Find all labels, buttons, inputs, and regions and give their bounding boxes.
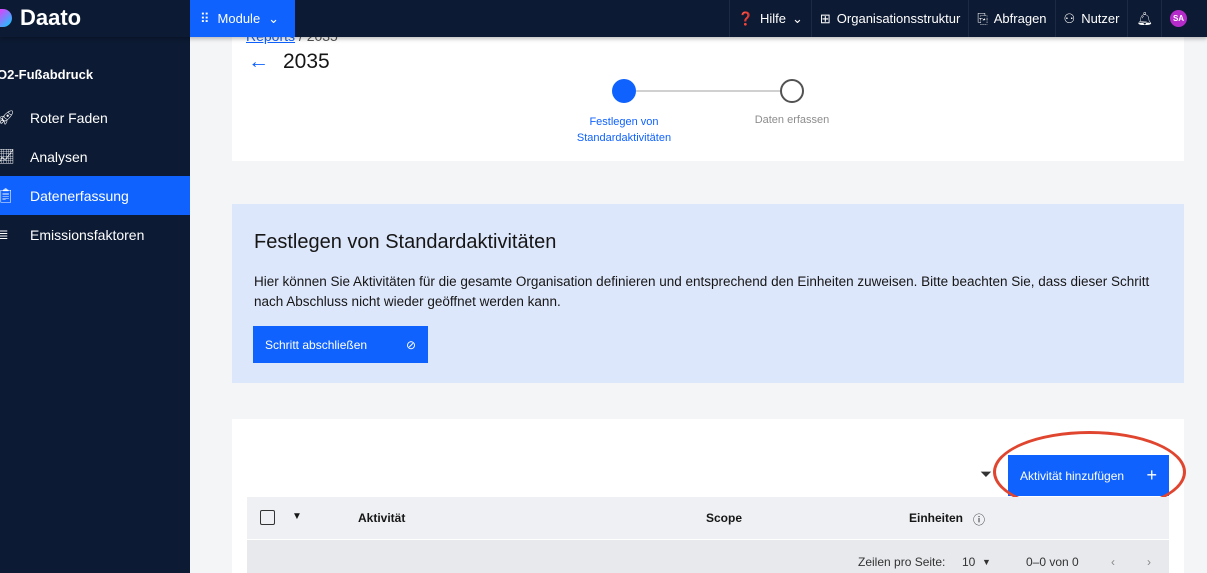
chevron-down-icon: ⌄ xyxy=(268,10,280,26)
pagination-range: 0–0 von 0 xyxy=(1026,555,1079,569)
pagination: Zeilen pro Seite: 10 ▼ 0–0 von 0 ‹ › xyxy=(247,540,1169,573)
chart-line-icon: 📈︎ xyxy=(0,148,15,164)
rows-per-page-label: Zeilen pro Seite: xyxy=(858,555,946,569)
bell-icon: 🔔︎ xyxy=(1136,10,1153,26)
next-page-icon[interactable]: › xyxy=(1147,555,1151,569)
step-active-icon xyxy=(612,79,636,103)
sidebar-item-label: Analysen xyxy=(30,148,88,165)
step-label-1[interactable]: Festlegen von Standardaktivitäten xyxy=(554,114,694,146)
step-inactive-icon xyxy=(780,79,804,103)
filter-icon[interactable]: ⏷ xyxy=(980,466,992,483)
info-icon[interactable]: ⓘ xyxy=(973,511,985,528)
help-icon: ❓ xyxy=(737,10,754,26)
banner-title: Festlegen von Standardaktivitäten xyxy=(254,231,557,253)
sidebar: O2-Fußabdruck 🚀︎ Roter Faden 📈︎ Analysen 📋… xyxy=(0,37,190,573)
sidebar-item-label: Emissionsfaktoren xyxy=(30,226,145,243)
check-circle-icon: ⊘ xyxy=(405,337,416,352)
table-header: ▼ Aktivität Scope Einheiten ⓘ xyxy=(247,497,1169,539)
complete-step-button[interactable]: Schritt abschließen ⊘ xyxy=(253,326,428,363)
help-menu[interactable]: ❓ Hilfe ⌄ xyxy=(728,0,811,37)
header-card xyxy=(232,37,1184,161)
notifications-button[interactable]: 🔔︎ xyxy=(1127,0,1161,37)
page-header: ← 2035 xyxy=(248,50,330,74)
module-menu-button[interactable]: ⠿ Module ⌄ xyxy=(190,0,295,37)
chevron-down-icon: ⌄ xyxy=(791,10,803,26)
step-label-2[interactable]: Daten erfassen xyxy=(722,114,862,126)
users-icon: ⚇ xyxy=(1063,10,1076,26)
sidebar-item-datenerfassung[interactable]: 📋︎ Datenerfassung xyxy=(0,176,190,215)
org-structure-icon: ⊞ xyxy=(819,10,831,26)
queries-icon: ⎘ xyxy=(977,10,988,26)
rocket-icon: 🚀︎ xyxy=(0,109,15,125)
sidebar-item-emissionsfaktoren[interactable]: ≣ Emissionsfaktoren xyxy=(0,215,190,254)
users-link[interactable]: ⚇ Nutzer xyxy=(1054,0,1128,37)
caret-down-icon[interactable]: ▼ xyxy=(292,511,302,522)
select-all-checkbox[interactable] xyxy=(260,510,275,525)
clipboard-icon: 📋︎ xyxy=(0,187,15,203)
grid-icon: ⠿ xyxy=(200,10,210,26)
org-label: Organisationsstruktur xyxy=(836,11,961,26)
rows-per-page-select[interactable]: 10 xyxy=(962,555,975,569)
page-title: 2035 xyxy=(283,50,330,73)
banner-text: Hier können Sie Aktivitäten für die gesa… xyxy=(254,274,1150,309)
top-nav: ❓ Hilfe ⌄ ⊞ Organisationsstruktur ⎘ Abfragen… xyxy=(728,0,1207,37)
sidebar-item-label: Roter Faden xyxy=(30,109,108,126)
users-label: Nutzer xyxy=(1081,11,1120,26)
step-connector xyxy=(636,90,780,92)
info-banner: Festlegen von Standardaktivitäten Hier k… xyxy=(232,204,1184,383)
avatar: SA xyxy=(1170,10,1187,27)
user-menu[interactable]: SA xyxy=(1161,0,1207,37)
complete-step-label: Schritt abschließen xyxy=(265,337,368,352)
sidebar-title: O2-Fußabdruck xyxy=(0,67,94,82)
column-header-scope[interactable]: Scope xyxy=(706,511,742,525)
help-label: Hilfe xyxy=(759,11,786,26)
queries-label: Abfragen xyxy=(993,11,1047,26)
prev-page-icon[interactable]: ‹ xyxy=(1111,555,1115,569)
queries-link[interactable]: ⎘ Abfragen xyxy=(968,0,1054,37)
sidebar-item-analysen[interactable]: 📈︎ Analysen xyxy=(0,137,190,176)
top-bar: Daato ⠿ Module ⌄ ❓ Hilfe ⌄ ⊞ Organisationsstr… xyxy=(0,0,1207,37)
sidebar-item-label: Datenerfassung xyxy=(30,187,129,204)
sidebar-item-roter-faden[interactable]: 🚀︎ Roter Faden xyxy=(0,98,190,137)
org-structure-link[interactable]: ⊞ Organisationsstruktur xyxy=(810,0,968,37)
column-header-aktivitaet[interactable]: Aktivität xyxy=(358,511,405,525)
caret-down-icon[interactable]: ▼ xyxy=(982,557,991,567)
app-name: Daato xyxy=(20,5,82,30)
column-header-einheiten[interactable]: Einheiten xyxy=(909,511,963,525)
factors-icon: ≣ xyxy=(0,226,9,242)
logo[interactable]: Daato xyxy=(0,5,81,31)
logo-mark-icon xyxy=(0,9,12,27)
module-label: Module xyxy=(217,11,261,26)
back-arrow-icon[interactable]: ← xyxy=(248,50,269,74)
